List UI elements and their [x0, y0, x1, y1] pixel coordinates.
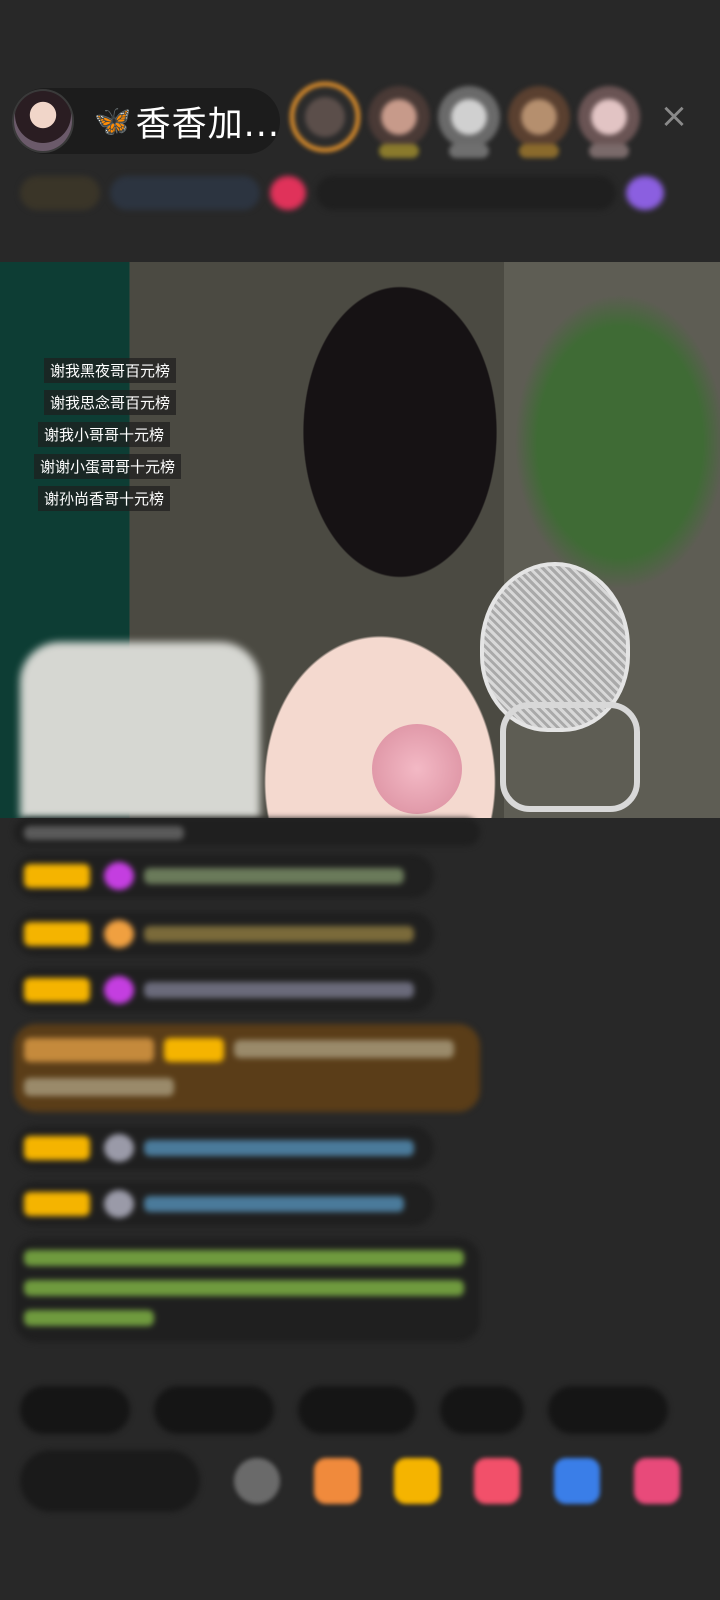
quick-reply-chip[interactable]: [154, 1386, 274, 1434]
heart-icon[interactable]: [270, 176, 306, 210]
viewer-avatar[interactable]: [368, 86, 430, 158]
comment-input[interactable]: [20, 1450, 200, 1512]
viewer-avatar[interactable]: [578, 86, 640, 158]
activity-icon[interactable]: [626, 176, 664, 210]
gift-icon[interactable]: [394, 1458, 440, 1504]
thanks-tag: 谢谢小蛋哥哥十元榜: [34, 454, 182, 479]
host-name: 香香加...: [135, 104, 280, 145]
heart-icon[interactable]: [474, 1458, 520, 1504]
quick-reply-chip[interactable]: [20, 1386, 130, 1434]
close-icon[interactable]: ×: [656, 98, 692, 134]
thanks-tag: 谢我思念哥百元榜: [44, 390, 177, 415]
chat-message: [14, 1126, 434, 1170]
fans-chip[interactable]: [110, 176, 260, 210]
butterfly-icon: 🦋: [94, 103, 132, 139]
info-strip[interactable]: [20, 172, 710, 214]
viewer-avatar[interactable]: [438, 86, 500, 158]
top-viewers-list[interactable]: [290, 82, 648, 158]
more-icon[interactable]: [634, 1458, 680, 1504]
quick-reply-row[interactable]: [20, 1386, 692, 1434]
game-icon[interactable]: [554, 1458, 600, 1504]
live-video[interactable]: 谢我黑夜哥百元榜 谢我思念哥百元榜 谢我小哥哥十元榜 谢谢小蛋哥哥十元榜 谢孙尚…: [0, 262, 720, 818]
host-name-wrap: 🦋 香香加...: [94, 96, 280, 147]
thanks-tag: 谢我黑夜哥百元榜: [44, 358, 177, 383]
video-flower: [372, 724, 462, 814]
viewer-avatar[interactable]: [290, 82, 360, 152]
thanks-tag-list: 谢我黑夜哥百元榜 谢我思念哥百元榜 谢我小哥哥十元榜 谢谢小蛋哥哥十元榜 谢孙尚…: [34, 358, 182, 518]
chat-message-highlight: [14, 1024, 480, 1112]
red-packet-icon[interactable]: [314, 1458, 360, 1504]
bottom-bar: [20, 1450, 680, 1512]
thanks-tag: 谢孙尚香哥十元榜: [38, 486, 171, 511]
marquee-chip: [316, 176, 616, 210]
rank-chip[interactable]: [20, 176, 100, 210]
viewer-avatar[interactable]: [508, 86, 570, 158]
video-mic-stand: [500, 702, 640, 812]
chat-message: [14, 912, 434, 956]
chat-message: [14, 854, 434, 898]
host-info-pill[interactable]: 🦋 香香加...: [12, 88, 280, 154]
emoji-icon[interactable]: [234, 1458, 280, 1504]
chat-message-system: [14, 1238, 480, 1342]
quick-reply-chip[interactable]: [440, 1386, 524, 1434]
chat-message: [14, 1182, 434, 1226]
video-bed: [20, 642, 260, 818]
quick-reply-chip[interactable]: [298, 1386, 416, 1434]
chat-message: [14, 968, 434, 1012]
quick-reply-chip[interactable]: [548, 1386, 668, 1434]
thanks-tag: 谢我小哥哥十元榜: [38, 422, 171, 447]
host-avatar[interactable]: [12, 89, 75, 153]
chat-message: [14, 818, 480, 846]
